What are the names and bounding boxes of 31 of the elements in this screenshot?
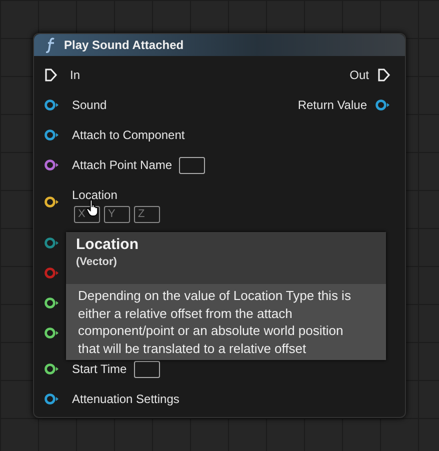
pin-icon[interactable]: [44, 129, 60, 141]
node-title: Play Sound Attached: [64, 37, 184, 54]
pin-label: Out: [350, 67, 369, 84]
pin-icon[interactable]: [44, 297, 60, 309]
pin-label: Start Time: [72, 361, 127, 378]
input-field[interactable]: Z: [134, 206, 160, 223]
input-field[interactable]: Y: [104, 206, 130, 223]
pin-label: Sound: [72, 97, 107, 114]
pin-label: Return Value: [298, 97, 367, 114]
pin-icon[interactable]: [44, 363, 60, 375]
pin-icon[interactable]: [44, 393, 60, 405]
exec-pin-icon[interactable]: [44, 68, 58, 82]
pin-label: Attach Point Name: [72, 157, 172, 174]
function-icon: [46, 36, 56, 54]
pin-icon[interactable]: [44, 196, 60, 208]
pin-label: Location: [72, 188, 118, 202]
pin-icon[interactable]: [44, 237, 60, 249]
tooltip-text: Depending on the value of Location Type this is either a relative offset from the attach component/point or an absolute world position that will be translated to a relative offset: [77, 287, 352, 358]
input-field[interactable]: [134, 360, 160, 378]
pin-icon[interactable]: [44, 99, 60, 111]
tooltip-title: Location: [76, 236, 140, 254]
pin-icon[interactable]: [375, 99, 391, 111]
input-field[interactable]: [179, 156, 206, 174]
tooltip-subtitle: (Vector): [76, 255, 118, 270]
exec-pin-icon[interactable]: [377, 68, 391, 82]
pin-label: Attach to Component: [72, 127, 185, 144]
pin-label: Attenuation Settings: [72, 391, 180, 408]
pin-icon[interactable]: [44, 159, 60, 171]
pin-label: In: [70, 67, 80, 84]
pin-icon[interactable]: [44, 327, 60, 339]
hand-cursor-icon: [86, 199, 100, 217]
